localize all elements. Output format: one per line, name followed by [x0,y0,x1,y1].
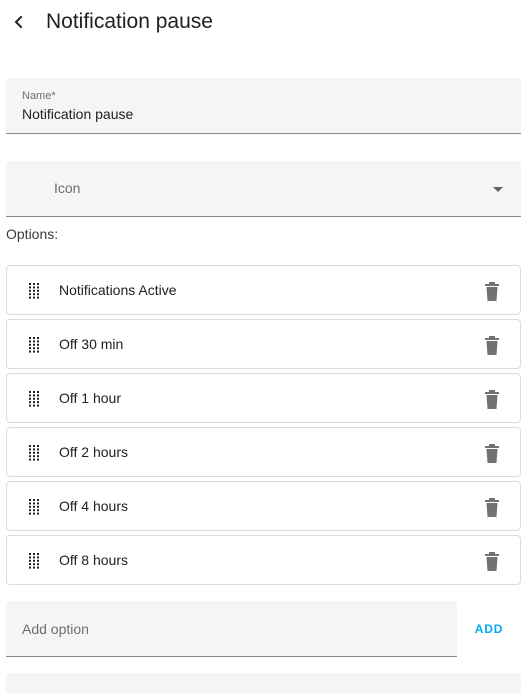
name-field[interactable]: Name* Notification pause [6,78,521,134]
trash-icon[interactable] [484,390,500,410]
page-title: Notification pause [46,10,213,33]
trash-icon[interactable] [484,552,500,572]
drag-handle-icon[interactable] [29,553,41,569]
drag-handle-icon[interactable] [29,391,41,407]
options-list: Notifications Active Off 30 min Off 1 hour… [6,265,521,589]
trash-icon[interactable] [484,498,500,518]
drag-handle-icon[interactable] [29,445,41,461]
chevron-left-icon [14,15,23,29]
options-heading: Options: [6,226,59,242]
next-field[interactable] [6,673,521,693]
option-row: Notifications Active [6,265,521,315]
add-option-field[interactable] [6,601,457,657]
option-row: Off 4 hours [6,481,521,531]
option-label: Off 1 hour [59,390,122,406]
drag-handle-icon[interactable] [29,499,41,515]
option-row: Off 1 hour [6,373,521,423]
option-row: Off 8 hours [6,535,521,585]
add-option-input[interactable] [22,619,442,639]
trash-icon[interactable] [484,336,500,356]
trash-icon[interactable] [484,282,500,302]
option-label: Off 2 hours [59,444,129,460]
trash-icon[interactable] [484,444,500,464]
option-label: Off 30 min [59,336,124,352]
icon-picker-label: Icon [54,180,81,196]
drag-handle-icon[interactable] [29,337,41,353]
icon-picker[interactable]: Icon [6,161,521,217]
name-field-value[interactable]: Notification pause [22,105,133,123]
option-row: Off 30 min [6,319,521,369]
page-header: Notification pause [0,0,532,44]
option-label: Off 8 hours [59,552,129,568]
option-label: Off 4 hours [59,498,129,514]
dropdown-arrow-icon[interactable] [493,187,503,192]
back-button[interactable] [6,9,32,35]
drag-handle-icon[interactable] [29,283,41,299]
option-row: Off 2 hours [6,427,521,477]
name-field-label: Name* [22,90,56,102]
add-option-button[interactable]: ADD [466,614,512,644]
option-label: Notifications Active [59,282,177,298]
